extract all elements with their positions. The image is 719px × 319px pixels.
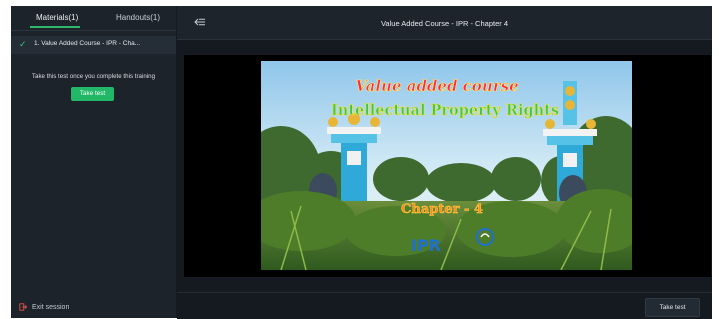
tab-materials[interactable]: Materials(1) (36, 13, 78, 22)
sidebar: Materials(1) Handouts(1) ✓ 1. Value Adde… (11, 6, 176, 318)
take-test-footer-button[interactable]: Take test (645, 298, 700, 317)
exit-session-label: Exit session (32, 303, 70, 311)
video-frame: Value added course Intellectual Property… (261, 61, 632, 270)
material-item[interactable]: ✓ 1. Value Added Course - IPR - Cha... (11, 36, 176, 54)
page-title: Value Added Course - IPR - Chapter 4 (380, 19, 508, 28)
video-title-line2: Intellectual Property Rights (331, 102, 559, 119)
exit-session-link[interactable]: Exit session (19, 303, 69, 311)
material-item-label: 1. Value Added Course - IPR - Cha... (34, 40, 141, 47)
bottom-bar: Take test (177, 292, 712, 319)
check-icon: ✓ (19, 39, 27, 49)
video-title-line1: Value added course (355, 77, 518, 95)
sidebar-tabs: Materials(1) Handouts(1) (11, 6, 176, 31)
ipr-logo-text: IPR (411, 236, 441, 255)
take-test-button[interactable]: Take test (71, 87, 114, 101)
video-title-line3: Chapter - 4 (401, 202, 483, 217)
app-window: Materials(1) Handouts(1) ✓ 1. Value Adde… (11, 6, 712, 319)
exit-icon (19, 303, 27, 311)
video-player[interactable]: Value added course Intellectual Property… (184, 55, 711, 277)
tab-handouts[interactable]: Handouts(1) (116, 13, 160, 22)
test-note: Take this test once you complete this tr… (31, 73, 156, 80)
top-bar: Value Added Course - IPR - Chapter 4 (177, 6, 712, 40)
active-tab-indicator (30, 26, 80, 28)
